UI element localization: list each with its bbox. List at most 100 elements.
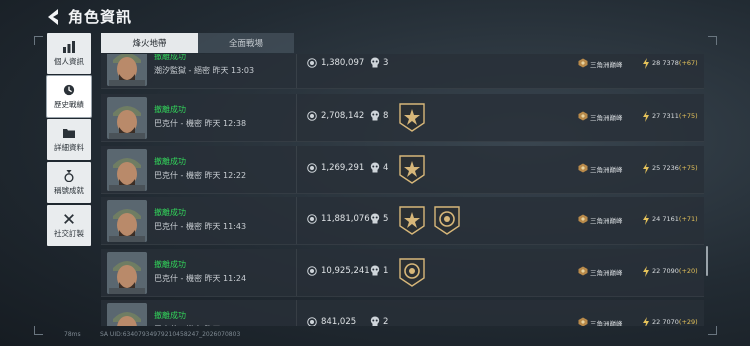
frame-corner (34, 326, 43, 335)
operator-avatar (107, 54, 147, 86)
rank-score: 7161 (662, 215, 679, 223)
extraction-status: 撤離成功 (154, 157, 186, 166)
back-arrow-icon[interactable] (46, 8, 62, 26)
rank-emblem-icon (578, 266, 588, 276)
star-medal-icon[interactable] (399, 103, 425, 132)
kill-count: 4 (383, 163, 389, 173)
frame-corner (708, 36, 717, 45)
kill-count: 2 (383, 317, 389, 326)
rank-name: 三角洲巔峰 (590, 269, 623, 277)
column-divider (296, 197, 297, 244)
operator-avatar (107, 200, 147, 242)
coin-value: 11,881,076 (321, 214, 370, 224)
skull-icon (370, 213, 380, 224)
match-row[interactable]: 撤離成功 潮汐監獄 - 絕密 昨天 13:03 1,380,097 3 三角洲巔… (101, 54, 704, 89)
skull-icon (370, 265, 380, 276)
match-detail: 潮汐監獄 - 絕密 昨天 13:03 (154, 66, 255, 75)
sidebar-item-achievements[interactable]: 稱號成就 (47, 162, 91, 203)
rank-emblem-icon (578, 214, 588, 224)
extraction-status: 撤離成功 (154, 260, 186, 269)
rank-name: 三角洲巔峰 (590, 61, 623, 69)
rank-emblem-icon (578, 317, 588, 326)
sidebar-item-social[interactable]: 社交訂製 (47, 205, 91, 246)
kill-count: 5 (383, 214, 389, 224)
operator-avatar (107, 149, 147, 191)
header-bar: 角色資訊 (0, 0, 750, 34)
rank-delta: (+75) (678, 112, 698, 120)
extraction-status: 撤離成功 (154, 54, 186, 61)
rank-score: 7311 (662, 112, 679, 120)
rank-level-number: 25 (652, 164, 661, 172)
match-row[interactable]: 撤離成功 巴克什 - 機密 昨天 12:38 2,708,142 8 三角洲巔峰… (101, 94, 704, 142)
sidebar-item-label: 歷史戰績 (54, 99, 84, 109)
tab-hazard-zone[interactable]: 烽火地帶 (101, 33, 198, 53)
rank-level: 28 7378(+67) (652, 59, 698, 67)
rank-level-number: 28 (652, 59, 661, 67)
star-medal-icon[interactable] (399, 206, 425, 235)
match-row[interactable]: 撤離成功 巴克什 - 機密 昨天 11:43 11,881,076 5 三角洲巔… (101, 197, 704, 245)
rank-level: 22 7070(+29) (652, 318, 698, 326)
coin-value: 1,269,291 (321, 163, 365, 173)
ping-readout: 78ms (64, 331, 81, 338)
target-medal-icon[interactable] (434, 206, 460, 235)
lightning-icon (643, 58, 649, 69)
column-divider (296, 54, 297, 88)
column-divider (296, 94, 297, 141)
extraction-status: 撤離成功 (154, 208, 186, 217)
sidebar-item-history[interactable]: 歷史戰績 (47, 76, 91, 117)
tools-icon (64, 213, 74, 224)
column-divider (296, 146, 297, 193)
skull-icon (370, 110, 380, 121)
tab-all-out-war[interactable]: 全面戰場 (198, 33, 294, 53)
skull-icon (370, 316, 380, 326)
rank-name: 三角洲巔峰 (590, 114, 623, 122)
kill-count: 3 (383, 58, 389, 68)
sidebar-item-label: 詳細資料 (54, 142, 84, 152)
folder-icon (63, 128, 75, 138)
rank-emblem-icon (578, 163, 588, 173)
sidebar-item-label: 稱號成就 (54, 185, 84, 195)
operator-avatar (107, 303, 147, 326)
sidebar-item-profile[interactable]: 個人資訊 (47, 33, 91, 74)
target-medal-icon[interactable] (399, 258, 425, 287)
rank-level-number: 24 (652, 215, 661, 223)
frame-corner (34, 36, 43, 45)
lightning-icon (643, 214, 649, 225)
match-history-list[interactable]: 撤離成功 潮汐監獄 - 絕密 昨天 13:03 1,380,097 3 三角洲巔… (101, 54, 704, 326)
rank-level-number: 27 (652, 112, 661, 120)
frame-corner (708, 326, 717, 335)
medal-icon (64, 169, 74, 182)
match-row[interactable]: 撤離成功 巴克什 - 機密 昨天 11:24 10,925,241 1 三角洲巔… (101, 249, 704, 297)
coin-value: 841,025 (321, 317, 357, 326)
skull-icon (370, 57, 380, 68)
rank-level: 22 7090(+20) (652, 267, 698, 275)
rank-delta: (+29) (678, 318, 698, 326)
sidebar-item-label: 個人資訊 (54, 56, 84, 66)
sidebar-item-label: 社交訂製 (54, 228, 84, 238)
operator-avatar (107, 252, 147, 294)
rank-name: 三角洲巔峰 (590, 320, 623, 326)
rank-name: 三角洲巔峰 (590, 166, 623, 174)
rank-level: 27 7311(+75) (652, 112, 698, 120)
coin-icon (307, 111, 317, 121)
sidebar-item-details[interactable]: 詳細資料 (47, 119, 91, 160)
extraction-status: 撤離成功 (154, 105, 186, 114)
match-row[interactable]: 撤離成功 巴克什 - 機密 昨天 08:33 841,025 2 三角洲巔峰 2… (101, 300, 704, 326)
bar-chart-icon (63, 40, 75, 53)
coin-value: 10,925,241 (321, 266, 370, 276)
coin-value: 2,708,142 (321, 111, 365, 121)
star-medal-icon[interactable] (399, 155, 425, 184)
match-detail: 巴克什 - 機密 昨天 12:22 (154, 171, 247, 180)
scrollbar[interactable] (706, 246, 708, 276)
coin-icon (307, 317, 317, 326)
rank-score: 7090 (662, 267, 679, 275)
rank-emblem-icon (578, 111, 588, 121)
rank-delta: (+71) (678, 215, 698, 223)
rank-score: 7070 (662, 318, 679, 326)
match-row[interactable]: 撤離成功 巴克什 - 機密 昨天 12:22 1,269,291 4 三角洲巔峰… (101, 146, 704, 194)
history-clock-icon (63, 84, 75, 95)
extraction-status: 撤離成功 (154, 311, 186, 320)
lightning-icon (643, 317, 649, 326)
match-detail: 巴克什 - 機密 昨天 11:43 (154, 222, 247, 231)
coin-value: 1,380,097 (321, 58, 365, 68)
